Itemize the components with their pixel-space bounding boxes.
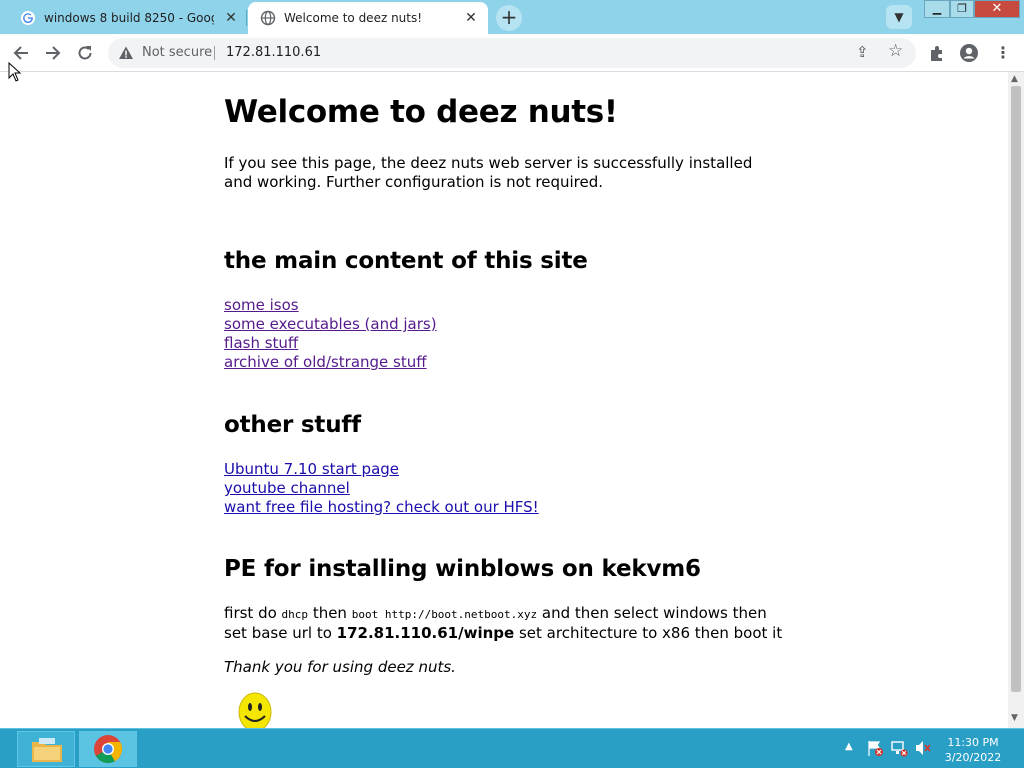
page-title: Welcome to deez nuts!	[224, 94, 618, 130]
scroll-thumb[interactable]	[1011, 86, 1021, 692]
tray-expand-icon[interactable]: ▲	[845, 741, 853, 752]
forward-arrow-icon[interactable]	[40, 40, 66, 66]
share-icon[interactable]: ⇪	[856, 43, 869, 61]
extensions-icon[interactable]	[924, 40, 950, 66]
tab-google-search[interactable]: windows 8 build 8250 - Google S ✕	[8, 2, 246, 34]
flag-icon[interactable]	[866, 739, 884, 757]
maximize-icon[interactable]: ❐	[950, 0, 974, 18]
tab-title: windows 8 build 8250 - Google S	[44, 11, 214, 25]
tab-title: Welcome to deez nuts!	[284, 11, 423, 25]
list-item: Ubuntu 7.10 start page	[224, 460, 539, 479]
clock[interactable]: 11:30 PM 3/20/2022	[940, 735, 1006, 765]
address-bar[interactable]: Not secure 172.81.110.61 ⇪ ☆	[108, 38, 916, 68]
list-item: flash stuff	[224, 334, 437, 353]
pe-instructions: first do dhcp then boot http://boot.netb…	[224, 604, 784, 643]
list-item: some executables (and jars)	[224, 315, 437, 334]
text: then	[308, 604, 352, 622]
close-icon[interactable]: ✕	[222, 9, 240, 27]
taskbar: ▲ 11:30 PM 3/20/2022	[0, 728, 1024, 768]
link-youtube[interactable]: youtube channel	[224, 479, 350, 497]
intro-paragraph: If you see this page, the deez nuts web …	[224, 154, 753, 191]
minimize-icon[interactable]: ▁	[924, 0, 950, 18]
scroll-down-icon[interactable]: ▼	[1011, 713, 1018, 723]
list-item: some isos	[224, 296, 437, 315]
link-flash-stuff[interactable]: flash stuff	[224, 334, 298, 352]
reload-icon[interactable]	[72, 40, 98, 66]
thanks-text: Thank you for using deez nuts.	[224, 658, 456, 676]
text: set architecture to x86 then boot it	[514, 624, 783, 642]
other-links-list: Ubuntu 7.10 start page youtube channel w…	[224, 460, 539, 517]
main-links-list: some isos some executables (and jars) fl…	[224, 296, 437, 372]
file-explorer-icon	[32, 738, 62, 762]
taskbar-file-explorer[interactable]	[17, 731, 75, 767]
close-window-icon[interactable]: ✕	[974, 0, 1020, 18]
section-heading-other: other stuff	[224, 412, 361, 438]
list-item: want free file hosting? check out our HF…	[224, 498, 539, 517]
profile-icon[interactable]	[956, 40, 982, 66]
menu-icon[interactable]: ⋮	[990, 40, 1016, 66]
volume-muted-icon[interactable]	[914, 739, 932, 757]
security-label[interactable]: Not secure	[142, 45, 212, 60]
chrome-icon	[94, 735, 122, 764]
scroll-up-icon[interactable]: ▲	[1011, 74, 1018, 84]
clock-time: 11:30 PM	[947, 736, 999, 749]
link-executables[interactable]: some executables (and jars)	[224, 315, 437, 333]
globe-favicon	[260, 10, 276, 26]
link-some-isos[interactable]: some isos	[224, 296, 299, 314]
google-favicon	[21, 11, 35, 25]
new-tab-icon[interactable]: +	[496, 5, 522, 31]
section-heading-main: the main content of this site	[224, 248, 588, 274]
close-icon[interactable]: ✕	[462, 9, 480, 27]
link-ubuntu[interactable]: Ubuntu 7.10 start page	[224, 460, 399, 478]
network-icon[interactable]	[890, 739, 908, 757]
code-boot: boot http://boot.netboot.xyz	[351, 608, 538, 621]
link-hfs[interactable]: want free file hosting? check out our HF…	[224, 498, 539, 516]
star-icon[interactable]: ☆	[888, 41, 903, 61]
smiley-icon	[238, 692, 272, 728]
link-archive[interactable]: archive of old/strange stuff	[224, 353, 427, 371]
omnibox-divider	[214, 46, 215, 60]
taskbar-chrome[interactable]	[79, 731, 137, 767]
tab-strip: windows 8 build 8250 - Google S ✕ Welcom…	[0, 0, 1024, 34]
list-item: youtube channel	[224, 479, 539, 498]
warning-icon[interactable]	[118, 45, 134, 61]
cursor-icon	[8, 62, 22, 82]
list-item: archive of old/strange stuff	[224, 353, 437, 372]
base-url: 172.81.110.61/winpe	[336, 624, 515, 642]
url-text[interactable]: 172.81.110.61	[226, 45, 321, 60]
web-page: Welcome to deez nuts! If you see this pa…	[0, 72, 1008, 728]
browser-toolbar: Not secure 172.81.110.61 ⇪ ☆ ⋮	[0, 34, 1024, 72]
text: first do	[224, 604, 282, 622]
tab-welcome[interactable]: Welcome to deez nuts! ✕	[248, 2, 488, 34]
tab-separator	[246, 10, 247, 26]
section-heading-pe: PE for installing winblows on kekvm6	[224, 556, 701, 582]
code-dhcp: dhcp	[281, 608, 309, 621]
chevron-down-icon[interactable]: ▼	[886, 5, 912, 29]
clock-date: 3/20/2022	[944, 751, 1002, 764]
vertical-scrollbar[interactable]: ▲ ▼	[1008, 72, 1024, 728]
